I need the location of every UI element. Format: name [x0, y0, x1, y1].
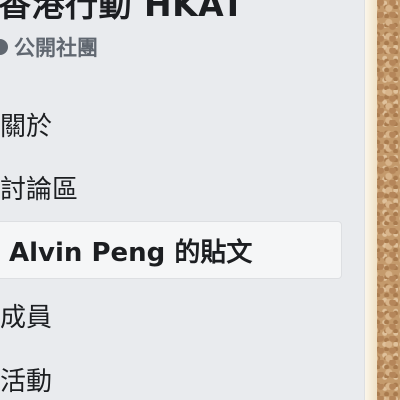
group-privacy: 公開社團: [0, 30, 98, 64]
nav-item-discussion[interactable]: 討論區: [0, 158, 342, 216]
cover-photo-frame-edge: [365, 0, 377, 400]
nav-item-about[interactable]: 關於: [0, 95, 342, 153]
group-title[interactable]: 香港行動 HKAT: [0, 0, 245, 26]
cover-photo: [365, 0, 400, 400]
group-page: 香港行動 HKAT 公開社團 關於 討論區 Alvin Peng 的貼文 成員 …: [0, 0, 400, 400]
globe-icon: [0, 39, 8, 55]
privacy-label: 公開社團: [14, 36, 98, 60]
nav-item-label: Alvin Peng 的貼文: [9, 237, 253, 268]
nav-item-user-posts[interactable]: Alvin Peng 的貼文: [0, 221, 342, 279]
nav-item-label: 成員: [0, 302, 53, 333]
nav-item-label: 討論區: [0, 174, 79, 205]
group-sidebar: 香港行動 HKAT 公開社團 關於 討論區 Alvin Peng 的貼文 成員 …: [0, 0, 365, 400]
nav-item-events[interactable]: 活動: [0, 350, 342, 400]
nav-item-members[interactable]: 成員: [0, 286, 342, 344]
nav-item-label: 關於: [0, 111, 53, 142]
nav-item-label: 活動: [0, 366, 53, 397]
